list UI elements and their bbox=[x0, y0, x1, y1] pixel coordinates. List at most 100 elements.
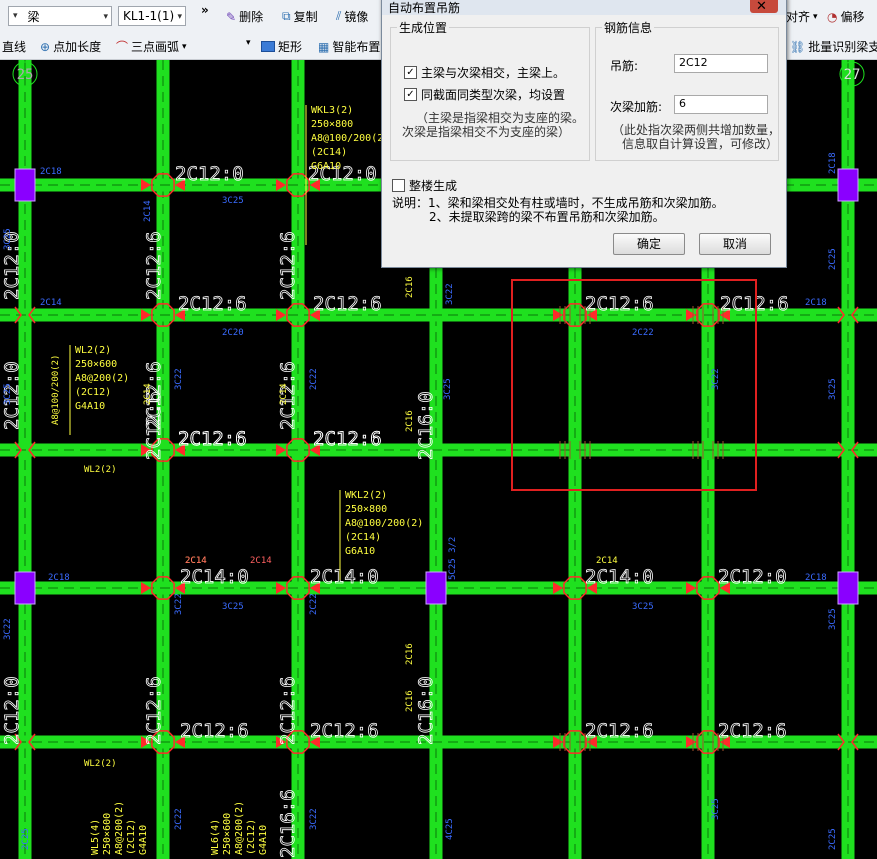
copy-button[interactable]: ⧉ 复制 bbox=[282, 8, 318, 25]
ok-button[interactable]: 确定 bbox=[613, 233, 685, 255]
component-type-select[interactable]: ▾ 梁 ▾ bbox=[8, 6, 112, 26]
arc-label: 三点画弧 bbox=[131, 40, 180, 54]
beam-label: 2C12:6 bbox=[178, 428, 247, 450]
mirror-icon: ⫽ bbox=[336, 9, 342, 23]
beam-label: 2C12:6 bbox=[178, 293, 247, 315]
beam-spec: (2C14) bbox=[311, 147, 347, 158]
rebar-label: 3C22 bbox=[3, 618, 13, 640]
stirrup-label: 次梁加筋: bbox=[610, 100, 663, 114]
stirrup-input[interactable]: 6 bbox=[674, 95, 768, 114]
rebar-label: 5C25 3/2 bbox=[448, 537, 458, 580]
beam-label: 2C12:6 bbox=[718, 720, 787, 742]
description: 说明：1、梁和梁相交处有柱或墙时，不生成吊筋和次梁加筋。 2、未提取梁跨的梁不布… bbox=[392, 196, 724, 224]
rebar-note: 2C16 bbox=[405, 410, 415, 432]
beam-spec: G4A10 bbox=[138, 825, 149, 855]
rebar-note-line-1: （此处指次梁两侧共增加数量， bbox=[612, 123, 781, 137]
point-length-button[interactable]: ⊕ 点加长度 bbox=[40, 38, 101, 55]
beam-spec: WKL3(2) bbox=[311, 105, 353, 116]
beam-label: 2C12:0 bbox=[718, 566, 787, 588]
copy-icon: ⧉ bbox=[282, 9, 291, 23]
batch-identify-button[interactable]: ⛓ 批量识别梁支 bbox=[790, 38, 877, 55]
rebar-label: 2C18 bbox=[40, 167, 62, 177]
auto-hanger-dialog: 自动布置吊筋 ✕ 生成位置 ✓ 主梁与次梁相交，主梁上。 ✓ 同截面同类型次梁，… bbox=[381, 0, 787, 268]
rebar-label: 2C25 bbox=[828, 248, 838, 270]
hanger-input-value: 2C12 bbox=[679, 56, 708, 69]
rebar-label: 2C18 bbox=[828, 152, 838, 174]
rebar-label: 4C25 bbox=[445, 818, 455, 840]
beam-label: 2C12:6 bbox=[313, 293, 382, 315]
mirror-button[interactable]: ⫽ 镜像 bbox=[336, 8, 368, 25]
smart-layout-button[interactable]: ▦ 智能布置 bbox=[318, 38, 380, 55]
vertical-beam-label: 2C16:0 bbox=[415, 391, 437, 460]
ok-label: 确定 bbox=[636, 237, 661, 251]
offset-label: 偏移 bbox=[840, 10, 865, 24]
rect-button[interactable]: 矩形 bbox=[261, 38, 302, 55]
batch-icon: ⛓ bbox=[790, 39, 806, 54]
rebar-label: 2C22 bbox=[174, 808, 184, 830]
component-name-select[interactable]: KL1-1(1) ▾ bbox=[118, 6, 186, 26]
chevron-down-icon: ▾ bbox=[182, 41, 187, 52]
rebar-note: 2C16 bbox=[405, 276, 415, 298]
vertical-beam-label: 2C16:6 bbox=[277, 789, 299, 858]
whole-floor-label: 整楼生成 bbox=[409, 179, 458, 193]
line-button[interactable]: 直线 bbox=[2, 38, 26, 55]
rebar-label: 2C14 bbox=[40, 298, 62, 308]
gen-note-line-1: （主梁是指梁相交为支座的梁。 bbox=[416, 111, 585, 125]
rebar-label: 3C25 bbox=[828, 378, 838, 400]
hanger-input[interactable]: 2C12 bbox=[674, 54, 768, 73]
chevron-down-icon[interactable]: ▾ bbox=[246, 38, 251, 48]
close-icon: ✕ bbox=[756, 0, 767, 14]
beam-spec: G6A10 bbox=[345, 546, 375, 557]
description-line-1: 说明：1、梁和梁相交处有柱或墙时，不生成吊筋和次梁加筋。 bbox=[392, 196, 724, 210]
beam-spec: WL2(2) bbox=[75, 345, 111, 356]
eraser-icon: ✎ bbox=[226, 9, 237, 24]
point-length-icon: ⊕ bbox=[40, 39, 51, 54]
arc-icon: ⌒ bbox=[116, 40, 129, 54]
opt-main-beam-checkbox[interactable]: ✓ 主梁与次梁相交，主梁上。 bbox=[404, 64, 565, 81]
opt-same-section-checkbox[interactable]: ✓ 同截面同类型次梁，均设置 bbox=[404, 86, 565, 103]
vertical-beam-label: 2C16:0 bbox=[415, 676, 437, 745]
gen-position-note: （主梁是指梁相交为支座的梁。 次梁是指梁相交不为支座的梁） bbox=[402, 111, 584, 139]
beam-spec: A8@200(2) bbox=[234, 801, 245, 855]
line-label: 直线 bbox=[2, 40, 27, 54]
rebar-label: 3C25 bbox=[443, 378, 453, 400]
mirror-label: 镜像 bbox=[344, 10, 369, 24]
cancel-button[interactable]: 取消 bbox=[699, 233, 771, 255]
beam-label: 2C14:0 bbox=[310, 566, 379, 588]
beam-spec: 250×800 bbox=[311, 119, 353, 130]
beam-spec: WKL2(2) bbox=[345, 490, 387, 501]
description-line-2: 2、未提取梁跨的梁不布置吊筋和次梁加筋。 bbox=[429, 210, 665, 224]
rebar-note-line-2: 信息取自计算设置，可修改） bbox=[622, 137, 779, 151]
close-button[interactable]: ✕ bbox=[750, 0, 778, 14]
beam-spec: G6A10 bbox=[311, 161, 341, 172]
offset-button[interactable]: ◔ 偏移 bbox=[827, 8, 865, 25]
arc-button[interactable]: ⌒ 三点画弧 ▾ bbox=[116, 38, 187, 55]
delete-button[interactable]: ✎ 删除 bbox=[226, 8, 263, 25]
beam-spec: (2C14) bbox=[345, 532, 381, 543]
cancel-label: 取消 bbox=[722, 237, 747, 251]
copy-label: 复制 bbox=[293, 10, 318, 24]
axis-label-right: 27 bbox=[844, 67, 861, 83]
beam-label: 2C12:6 bbox=[585, 293, 654, 315]
beam-label: 2C12:6 bbox=[180, 720, 249, 742]
rebar-label: 2C25 bbox=[21, 828, 31, 850]
beam-spec: WL6(4) bbox=[210, 819, 221, 855]
more-button[interactable]: » bbox=[201, 3, 209, 17]
opt-same-section-label: 同截面同类型次梁，均设置 bbox=[421, 88, 566, 102]
gen-note-line-2: 次梁是指梁相交不为支座的梁） bbox=[402, 125, 571, 139]
chevron-down-icon: ▾ bbox=[13, 11, 18, 21]
rebar-label: 3C22 bbox=[711, 368, 721, 390]
whole-floor-checkbox[interactable]: 整楼生成 bbox=[392, 177, 457, 194]
delete-label: 删除 bbox=[239, 10, 264, 24]
dialog-titlebar[interactable]: 自动布置吊筋 ✕ bbox=[382, 0, 786, 15]
beam-spec: A8@100/200(2) bbox=[345, 518, 423, 529]
align-button[interactable]: 对齐 ▾ bbox=[786, 8, 818, 25]
beam-label: 2C14:0 bbox=[585, 566, 654, 588]
rebar-label: 2C18 bbox=[805, 573, 827, 583]
dialog-title: 自动布置吊筋 bbox=[388, 1, 461, 15]
beam-spec: (2C12) bbox=[75, 387, 111, 398]
axis-label-left: 25 bbox=[17, 67, 34, 83]
beam-label: 2C14:0 bbox=[180, 566, 249, 588]
rebar-note: 2C16 bbox=[405, 690, 415, 712]
beam-spec: 250×600 bbox=[75, 359, 117, 370]
